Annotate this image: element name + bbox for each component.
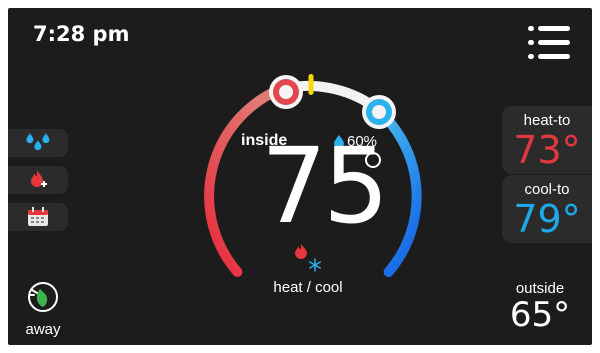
clock-time: 7:28 pm: [33, 22, 130, 46]
cool-to-label: cool-to: [524, 181, 570, 198]
away-label: away: [25, 321, 61, 338]
hamburger-menu-icon[interactable]: [528, 26, 570, 60]
flame-plus-icon: [31, 170, 47, 187]
flame-icon: [295, 244, 307, 259]
leaf-power-icon: [28, 282, 58, 312]
cool-to-value: 79°: [513, 197, 581, 241]
water-drops-icon: [26, 133, 50, 151]
thermostat-screen: 7:28 pm away inside 60% 75 heat / cool h…: [8, 8, 592, 345]
away-button[interactable]: away: [18, 280, 68, 338]
heat-boost-button[interactable]: [8, 166, 68, 194]
cool-setpoint-knob[interactable]: [362, 95, 396, 129]
heat-to-panel[interactable]: heat-to 73°: [502, 106, 592, 174]
heat-to-label: heat-to: [523, 112, 571, 129]
degree-symbol: [365, 152, 381, 168]
calendar-icon: [28, 207, 48, 226]
snowflake-icon: [309, 258, 321, 272]
outside-temperature: outside 65°: [500, 280, 580, 335]
mode-icons: [295, 244, 321, 272]
humidity-button[interactable]: [8, 129, 68, 157]
current-temp-marker: [308, 74, 314, 95]
schedule-button[interactable]: [8, 203, 68, 231]
mode-label[interactable]: heat / cool: [248, 279, 368, 296]
outside-value: 65°: [509, 295, 571, 335]
inside-temperature: 75: [260, 125, 389, 247]
heat-to-value: 73°: [513, 128, 581, 172]
cool-to-panel[interactable]: cool-to 79°: [502, 175, 592, 243]
heat-setpoint-knob[interactable]: [269, 75, 303, 109]
